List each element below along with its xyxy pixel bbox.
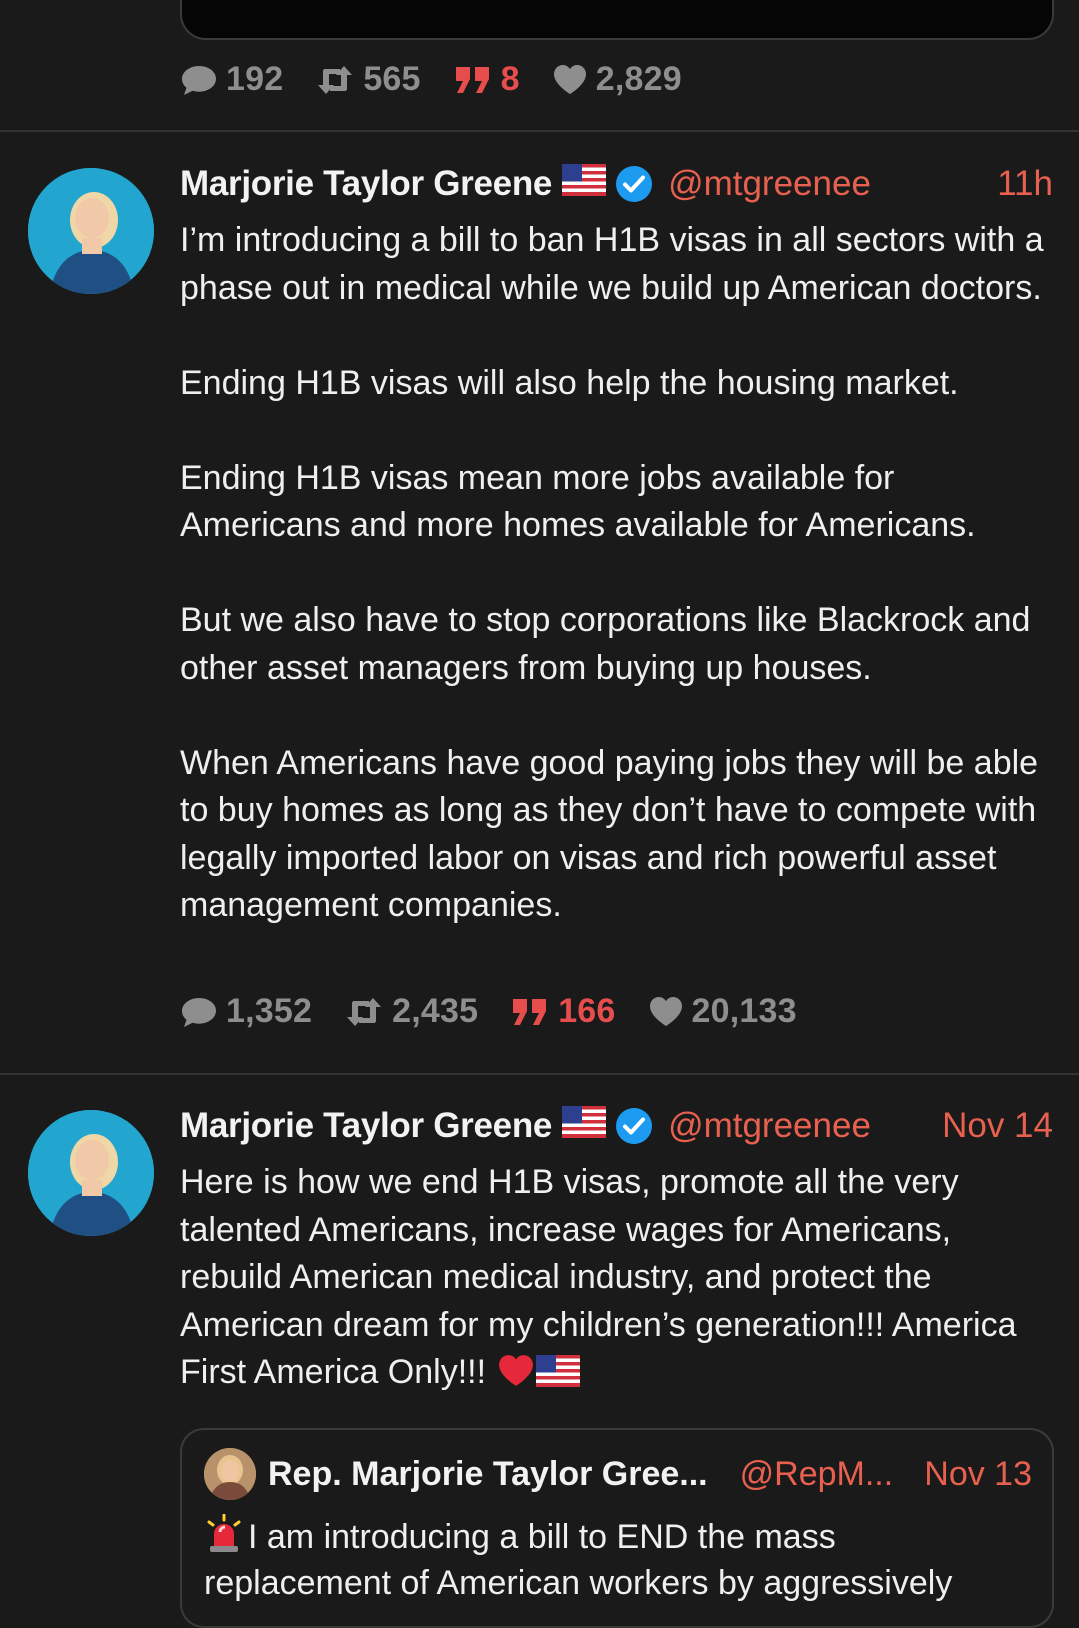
repost-count[interactable]: 2,435 bbox=[344, 992, 478, 1031]
us-flag-emoji bbox=[535, 1355, 580, 1387]
reply-count[interactable]: 192 bbox=[180, 60, 283, 99]
quoted-post-timestamp[interactable]: Nov 13 bbox=[924, 1455, 1032, 1494]
author-name[interactable]: Marjorie Taylor Greene bbox=[180, 164, 552, 204]
like-count[interactable]: 20,133 bbox=[648, 992, 797, 1031]
us-flag-emoji bbox=[562, 1105, 607, 1147]
repost-arrows-icon bbox=[347, 997, 382, 1026]
quote-count-value: 166 bbox=[558, 992, 616, 1030]
quote-count-value: 8 bbox=[500, 60, 520, 98]
avatar[interactable] bbox=[28, 168, 154, 294]
embedded-media-card[interactable] bbox=[180, 0, 1054, 40]
like-count[interactable]: 2,829 bbox=[552, 60, 682, 99]
verified-badge-icon bbox=[616, 166, 653, 202]
quoted-post-header: Rep. Marjorie Taylor Gree... @RepM... No… bbox=[268, 1450, 1032, 1498]
post-timestamp[interactable]: Nov 14 bbox=[942, 1106, 1053, 1146]
post-body: I’m introducing a bill to ban H1B visas … bbox=[180, 221, 1044, 924]
post-header: Marjorie Taylor Greene @mtgreenee Nov 14 bbox=[180, 1102, 1053, 1150]
avatar[interactable] bbox=[28, 1110, 154, 1236]
heart-icon bbox=[649, 996, 682, 1026]
post-body-text: Here is how we end H1B visas, promote al… bbox=[180, 1163, 1026, 1391]
police-light-emoji bbox=[207, 1514, 241, 1552]
quoted-post-text: I am introducing a bill to END the mass bbox=[248, 1518, 836, 1556]
like-count-value: 20,133 bbox=[691, 992, 797, 1030]
verified-badge-icon bbox=[616, 1108, 653, 1144]
post-header: Marjorie Taylor Greene @mtgreenee 11h bbox=[180, 160, 1053, 208]
repost-count-value: 565 bbox=[363, 60, 421, 98]
reply-count[interactable]: 1,352 bbox=[180, 992, 312, 1031]
quote-count[interactable]: 8 bbox=[453, 60, 520, 99]
author-name[interactable]: Marjorie Taylor Greene bbox=[180, 1106, 552, 1146]
speech-bubble-icon bbox=[182, 65, 216, 95]
like-count-value: 2,829 bbox=[595, 60, 682, 98]
quoted-author-handle[interactable]: @RepM... bbox=[740, 1455, 894, 1494]
red-heart-emoji bbox=[498, 1355, 533, 1386]
author-handle[interactable]: @mtgreenee bbox=[668, 1106, 871, 1146]
heart-icon bbox=[553, 64, 586, 94]
quoted-author-avatar[interactable] bbox=[204, 1448, 256, 1500]
post-divider bbox=[0, 130, 1079, 132]
quote-count[interactable]: 166 bbox=[510, 992, 615, 1031]
speech-bubble-icon bbox=[182, 997, 216, 1027]
top-post-stats: 192 565 8 2,829 bbox=[180, 60, 714, 99]
quoted-post-text-line2: replacement of American workers by aggre… bbox=[204, 1564, 953, 1602]
post-body: Here is how we end H1B visas, promote al… bbox=[180, 1159, 1060, 1397]
quoted-post-card[interactable]: Rep. Marjorie Taylor Gree... @RepM... No… bbox=[180, 1428, 1054, 1628]
post-stats: 1,352 2,435 166 20,133 bbox=[180, 992, 829, 1031]
reply-count-value: 1,352 bbox=[226, 992, 313, 1030]
quoted-post-body: I am introducing a bill to END the mass … bbox=[204, 1514, 1044, 1606]
repost-count[interactable]: 565 bbox=[315, 60, 420, 99]
quote-marks-icon bbox=[455, 66, 489, 93]
quote-marks-icon bbox=[513, 998, 547, 1025]
post-divider bbox=[0, 1073, 1079, 1075]
us-flag-emoji bbox=[562, 163, 607, 205]
post-timestamp[interactable]: 11h bbox=[997, 164, 1053, 204]
reply-count-value: 192 bbox=[226, 60, 284, 98]
author-handle[interactable]: @mtgreenee bbox=[668, 164, 871, 204]
repost-count-value: 2,435 bbox=[392, 992, 479, 1030]
quoted-author-name[interactable]: Rep. Marjorie Taylor Gree... bbox=[268, 1455, 708, 1494]
repost-arrows-icon bbox=[318, 65, 353, 94]
